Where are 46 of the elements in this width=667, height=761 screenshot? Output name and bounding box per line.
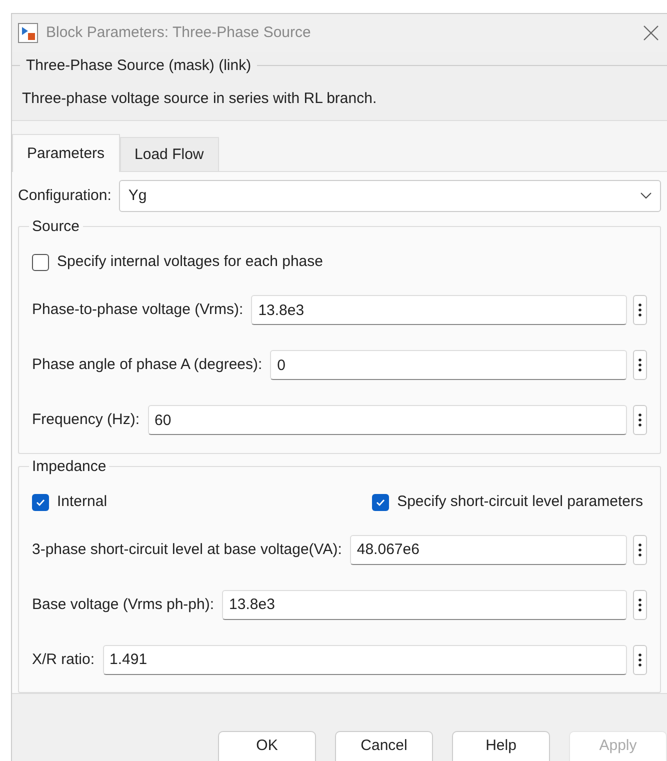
field-label: Frequency (Hz): <box>32 410 141 430</box>
dialog-button[interactable]: Cancel <box>335 731 433 761</box>
field-label: 3-phase short-circuit level at base voltage(VA): <box>32 540 343 560</box>
field-label: X/R ratio: <box>32 650 96 670</box>
input-field[interactable]: 48.067e6 <box>350 534 627 565</box>
checkbox-label: Specify short-circuit level parameters <box>397 492 643 512</box>
tab[interactable]: Load Flow <box>120 137 219 172</box>
vertical-dots-icon <box>638 652 642 667</box>
mask-title: Three-Phase Source (mask) (link) <box>25 56 252 76</box>
checkbox-label: Internal <box>57 492 108 512</box>
configuration-dropdown[interactable]: Yg <box>119 180 661 212</box>
more-options-button[interactable] <box>633 644 647 675</box>
checkbox[interactable] <box>32 494 49 511</box>
more-options-button[interactable] <box>633 350 647 380</box>
configuration-label: Configuration: <box>18 186 112 206</box>
input-field[interactable]: 13.8e3 <box>222 590 627 620</box>
tab[interactable]: Parameters <box>12 134 120 172</box>
vertical-dots-icon <box>638 413 642 428</box>
input-field[interactable]: 60 <box>148 405 627 436</box>
dialog-button[interactable]: Help <box>452 731 550 761</box>
field-label: Phase angle of phase A (degrees): <box>32 355 264 376</box>
more-options-button[interactable] <box>633 590 647 620</box>
vertical-dots-icon <box>638 542 642 557</box>
checkbox-option[interactable]: Specify short-circuit level parameters <box>372 490 643 514</box>
block-icon <box>18 22 38 43</box>
vertical-dots-icon <box>638 598 642 612</box>
more-options-button[interactable] <box>633 405 647 436</box>
field-label: Base voltage (Vrms ph-ph): <box>32 594 216 615</box>
close-icon <box>643 24 659 41</box>
input-field[interactable]: 0 <box>270 350 627 380</box>
vertical-dots-icon <box>638 358 642 372</box>
more-options-button[interactable] <box>633 534 647 565</box>
chevron-down-icon <box>640 192 652 200</box>
checkbox-label: Specify internal voltages for each phase <box>57 252 323 272</box>
checkbox[interactable] <box>372 494 390 511</box>
more-options-button[interactable] <box>633 295 647 326</box>
field-label: Phase-to-phase voltage (Vrms): <box>32 300 244 320</box>
checkbox-option[interactable]: Internal <box>32 490 108 514</box>
checkbox[interactable] <box>32 254 49 272</box>
vertical-dots-icon <box>638 303 642 318</box>
dialog-button[interactable]: OK <box>218 731 316 761</box>
window-title: Block Parameters: Three-Phase Source <box>46 22 311 43</box>
checkbox-option[interactable]: Specify internal voltages for each phase <box>32 251 323 274</box>
input-field[interactable]: 13.8e3 <box>251 295 627 326</box>
input-field[interactable]: 1.491 <box>102 644 627 675</box>
block-description: Three-phase voltage source in series with RL branch. <box>21 88 378 109</box>
